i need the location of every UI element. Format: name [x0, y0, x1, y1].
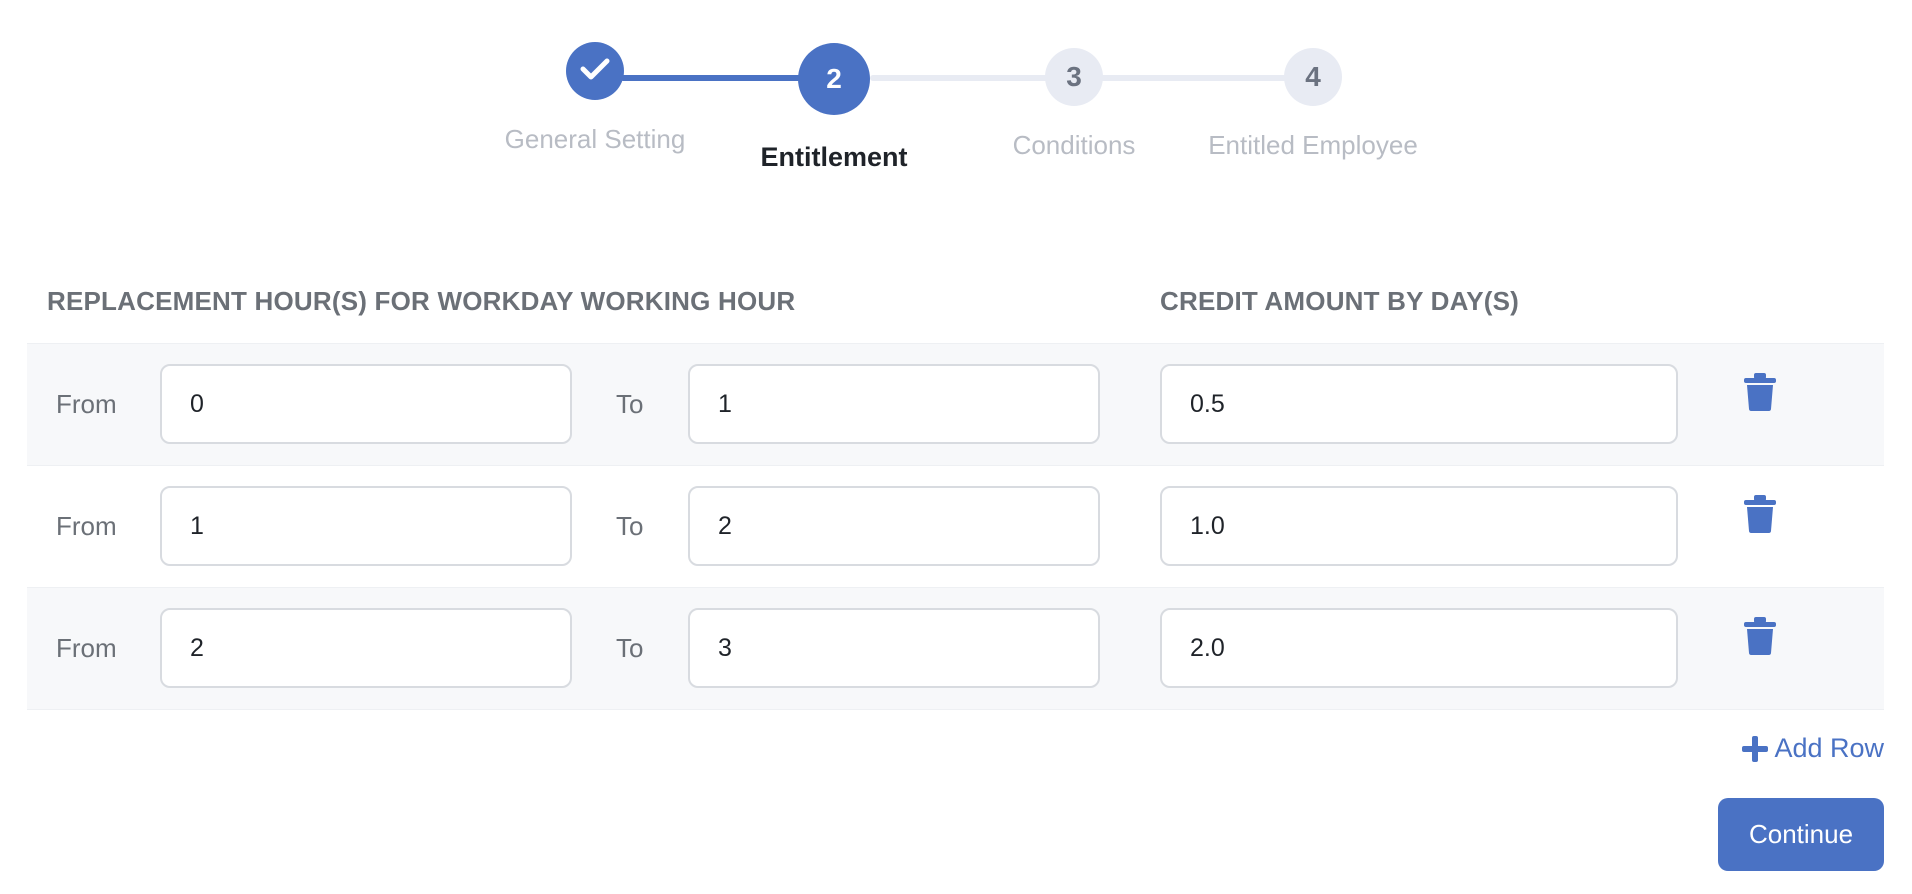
step-2-circle[interactable]: 2 [798, 43, 870, 115]
add-row-label: Add Row [1774, 733, 1884, 763]
entitlement-rows: From To From To [27, 343, 1884, 710]
trash-icon[interactable] [1740, 616, 1780, 656]
trash-icon[interactable] [1740, 372, 1780, 412]
replacement-hours-header: REPLACEMENT HOUR(S) FOR WORKDAY WORKING … [47, 286, 796, 316]
plus-icon [1742, 735, 1769, 762]
step-4-number: 4 [1305, 61, 1321, 92]
step-1-label[interactable]: General Setting [455, 124, 735, 155]
to-label: To [616, 633, 644, 663]
table-row: From To [27, 344, 1884, 466]
step-3-label[interactable]: Conditions [934, 130, 1214, 161]
from-input[interactable] [160, 486, 572, 566]
from-label: From [56, 633, 117, 663]
to-label: To [616, 511, 644, 541]
step-3-circle[interactable]: 3 [1045, 48, 1103, 106]
table-row: From To [27, 588, 1884, 710]
from-label: From [56, 511, 117, 541]
credit-amount-input[interactable] [1160, 364, 1678, 444]
add-row-button[interactable]: Add Row [1742, 733, 1884, 764]
step-2-number: 2 [826, 63, 842, 94]
step-4-circle[interactable]: 4 [1284, 48, 1342, 106]
from-label: From [56, 389, 117, 419]
credit-amount-input[interactable] [1160, 486, 1678, 566]
credit-amount-input[interactable] [1160, 608, 1678, 688]
credit-amount-header: CREDIT AMOUNT BY DAY(S) [1160, 286, 1519, 316]
to-label: To [616, 389, 644, 419]
step-1-circle[interactable] [566, 42, 624, 100]
to-input[interactable] [688, 486, 1100, 566]
continue-button[interactable]: Continue [1718, 798, 1884, 871]
trash-icon[interactable] [1740, 494, 1780, 534]
from-input[interactable] [160, 608, 572, 688]
page: General Setting 2 Entitlement 3 Conditio… [0, 0, 1912, 894]
step-2-label[interactable]: Entitlement [694, 142, 974, 173]
check-icon [580, 57, 610, 86]
to-input[interactable] [688, 608, 1100, 688]
stepper: General Setting 2 Entitlement 3 Conditio… [0, 0, 1912, 200]
to-input[interactable] [688, 364, 1100, 444]
step-3-number: 3 [1066, 61, 1082, 92]
table-row: From To [27, 466, 1884, 588]
step-4-label[interactable]: Entitled Employee [1173, 130, 1453, 161]
from-input[interactable] [160, 364, 572, 444]
